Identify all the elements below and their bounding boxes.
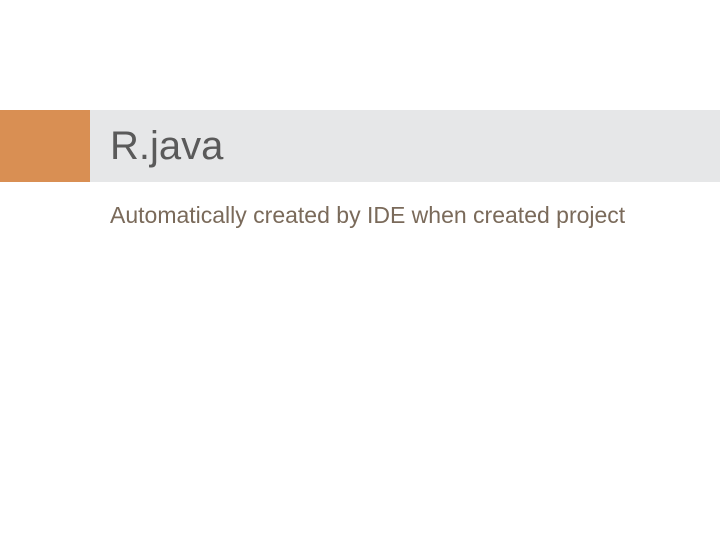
slide-title: R.java <box>110 124 223 169</box>
slide-body-text: Automatically created by IDE when create… <box>110 200 660 231</box>
title-band: R.java <box>0 110 720 182</box>
title-accent-block <box>0 110 90 182</box>
title-bar: R.java <box>90 110 720 182</box>
